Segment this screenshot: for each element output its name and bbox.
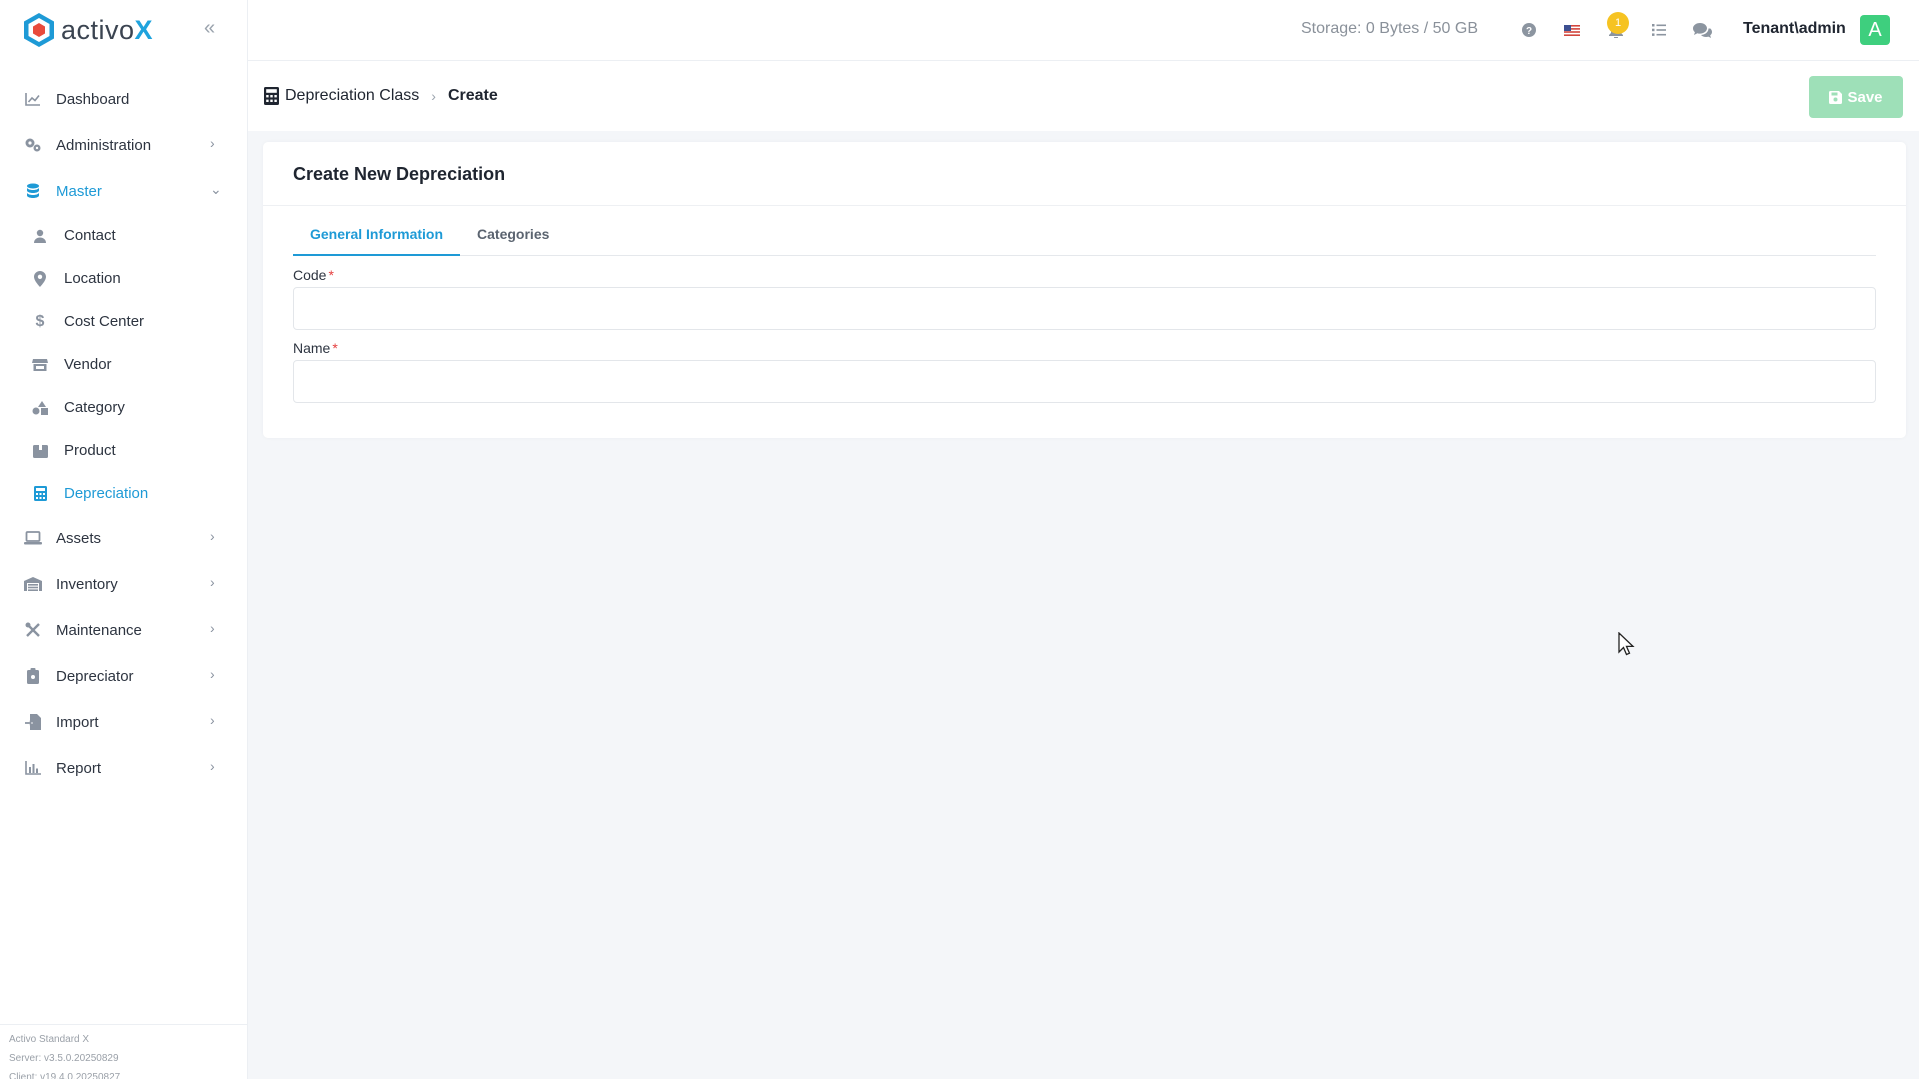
sidebar-item-label: Report xyxy=(56,759,102,777)
tab-categories[interactable]: Categories xyxy=(460,222,566,256)
sidebar-subitem-cost-center[interactable]: $ Cost Center xyxy=(0,300,248,343)
user-icon xyxy=(32,228,48,244)
tools-icon xyxy=(24,621,42,639)
sidebar-item-assets[interactable]: Assets › xyxy=(0,515,248,561)
brand-name: activoX xyxy=(61,14,154,45)
box-icon xyxy=(32,443,48,459)
create-depreciation-card: Create New Depreciation General Informat… xyxy=(263,142,1906,438)
sidebar-item-depreciator[interactable]: Depreciator › xyxy=(0,653,248,699)
warehouse-icon xyxy=(24,575,42,593)
map-marker-icon xyxy=(32,270,48,287)
required-asterisk: * xyxy=(332,340,338,356)
storage-usage: Storage: 0 Bytes / 50 GB xyxy=(1301,20,1478,37)
topbar: Storage: 0 Bytes / 50 GB ? 1 Tenant\admi… xyxy=(248,0,1919,61)
breadcrumb: Depreciation Class › Create xyxy=(264,87,498,105)
chevron-right-icon: › xyxy=(210,666,215,682)
chart-bar-icon xyxy=(24,759,42,777)
card-title: Create New Depreciation xyxy=(293,164,506,184)
name-field[interactable] xyxy=(293,360,1876,403)
sidebar-subitem-label: Product xyxy=(64,442,116,459)
collapse-sidebar-icon[interactable]: « xyxy=(204,18,224,38)
sidebar-item-label: Import xyxy=(56,713,99,731)
chevron-right-icon: › xyxy=(210,135,215,151)
sidebar-item-label: Administration xyxy=(56,136,152,154)
sidebar-subitem-label: Location xyxy=(64,270,121,287)
activox-logo-icon xyxy=(22,12,56,48)
avatar[interactable]: A xyxy=(1860,15,1890,45)
sidebar-item-dashboard[interactable]: Dashboard xyxy=(0,76,248,122)
chevron-down-icon: ⌄ xyxy=(210,181,222,197)
calculator-icon xyxy=(264,87,279,105)
floppy-disk-icon xyxy=(1829,90,1843,104)
us-flag-icon[interactable] xyxy=(1561,19,1583,41)
chevron-right-icon: › xyxy=(210,758,215,774)
chart-line-icon xyxy=(24,90,42,108)
client-version: Client: v19.4.0.20250827 xyxy=(9,1072,121,1079)
sidebar-subitem-location[interactable]: Location xyxy=(0,257,248,300)
sidebar-subitem-contact[interactable]: Contact xyxy=(0,214,248,257)
version-info: Activo Standard X Server: v3.5.0.2025082… xyxy=(0,1024,248,1079)
save-button-label: Save xyxy=(1847,88,1883,106)
sidebar-item-master[interactable]: Master ⌄ xyxy=(0,168,248,214)
calculator-icon xyxy=(32,486,48,502)
tab-general-information[interactable]: General Information xyxy=(293,222,461,256)
sidebar-item-label: Master xyxy=(56,182,102,200)
file-import-icon xyxy=(24,713,42,731)
shapes-icon xyxy=(32,400,48,416)
sidebar-subitem-product[interactable]: Product xyxy=(0,429,248,472)
sidebar-item-report[interactable]: Report › xyxy=(0,745,248,791)
sidebar-subitem-depreciation[interactable]: Depreciation xyxy=(0,472,248,515)
clipboard-icon xyxy=(24,667,42,685)
chat-icon[interactable] xyxy=(1691,19,1713,41)
laptop-icon xyxy=(24,529,42,547)
sidebar-item-label: Inventory xyxy=(56,575,118,593)
sidebar-item-label: Maintenance xyxy=(56,621,142,639)
breadcrumb-current: Create xyxy=(447,87,498,104)
sidebar: activoX « Dashboard Administration › Mas… xyxy=(0,0,248,1079)
save-button[interactable]: Save xyxy=(1809,76,1903,118)
sidebar-nav: Dashboard Administration › Master ⌄ Cont… xyxy=(0,76,248,791)
chevron-right-icon: › xyxy=(210,712,215,728)
page-subheader: Depreciation Class › Create Save xyxy=(248,61,1919,131)
sidebar-item-label: Dashboard xyxy=(56,90,130,108)
task-list-icon[interactable] xyxy=(1648,19,1670,41)
server-version: Server: v3.5.0.20250829 xyxy=(9,1053,119,1064)
sidebar-subitem-label: Category xyxy=(64,399,125,416)
sidebar-item-label: Depreciator xyxy=(56,667,134,685)
sidebar-subitem-vendor[interactable]: Vendor xyxy=(0,343,248,386)
form-tabs: General Information Categories xyxy=(293,222,1876,256)
sidebar-subitem-label: Vendor xyxy=(64,356,112,373)
store-icon xyxy=(32,357,48,373)
help-icon[interactable]: ? xyxy=(1518,19,1540,41)
mouse-cursor-icon xyxy=(1618,631,1636,656)
code-field[interactable] xyxy=(293,287,1876,330)
chevron-right-icon: › xyxy=(431,88,436,104)
sidebar-subitem-category[interactable]: Category xyxy=(0,386,248,429)
database-icon xyxy=(24,182,42,200)
sidebar-item-import[interactable]: Import › xyxy=(0,699,248,745)
sidebar-item-label: Assets xyxy=(56,529,102,547)
chevron-right-icon: › xyxy=(210,620,215,636)
sidebar-subitem-label: Depreciation xyxy=(64,485,149,502)
sidebar-subitem-label: Contact xyxy=(64,227,116,244)
required-asterisk: * xyxy=(328,267,334,283)
product-edition: Activo Standard X xyxy=(9,1034,90,1045)
name-label: Name * xyxy=(293,340,338,356)
dollar-icon: $ xyxy=(35,312,45,330)
sidebar-item-maintenance[interactable]: Maintenance › xyxy=(0,607,248,653)
sidebar-item-inventory[interactable]: Inventory › xyxy=(0,561,248,607)
user-name[interactable]: Tenant\admin xyxy=(1743,20,1846,38)
svg-text:?: ? xyxy=(1526,26,1532,37)
cogs-icon xyxy=(24,136,42,154)
notification-badge: 1 xyxy=(1607,12,1629,34)
chevron-right-icon: › xyxy=(210,574,215,590)
code-label: Code * xyxy=(293,267,334,283)
sidebar-item-administration[interactable]: Administration › xyxy=(0,122,248,168)
chevron-right-icon: › xyxy=(210,528,215,544)
breadcrumb-depreciation-class[interactable]: Depreciation Class xyxy=(285,87,419,105)
sidebar-subitem-label: Cost Center xyxy=(64,313,145,330)
card-header: Create New Depreciation xyxy=(263,142,1906,206)
